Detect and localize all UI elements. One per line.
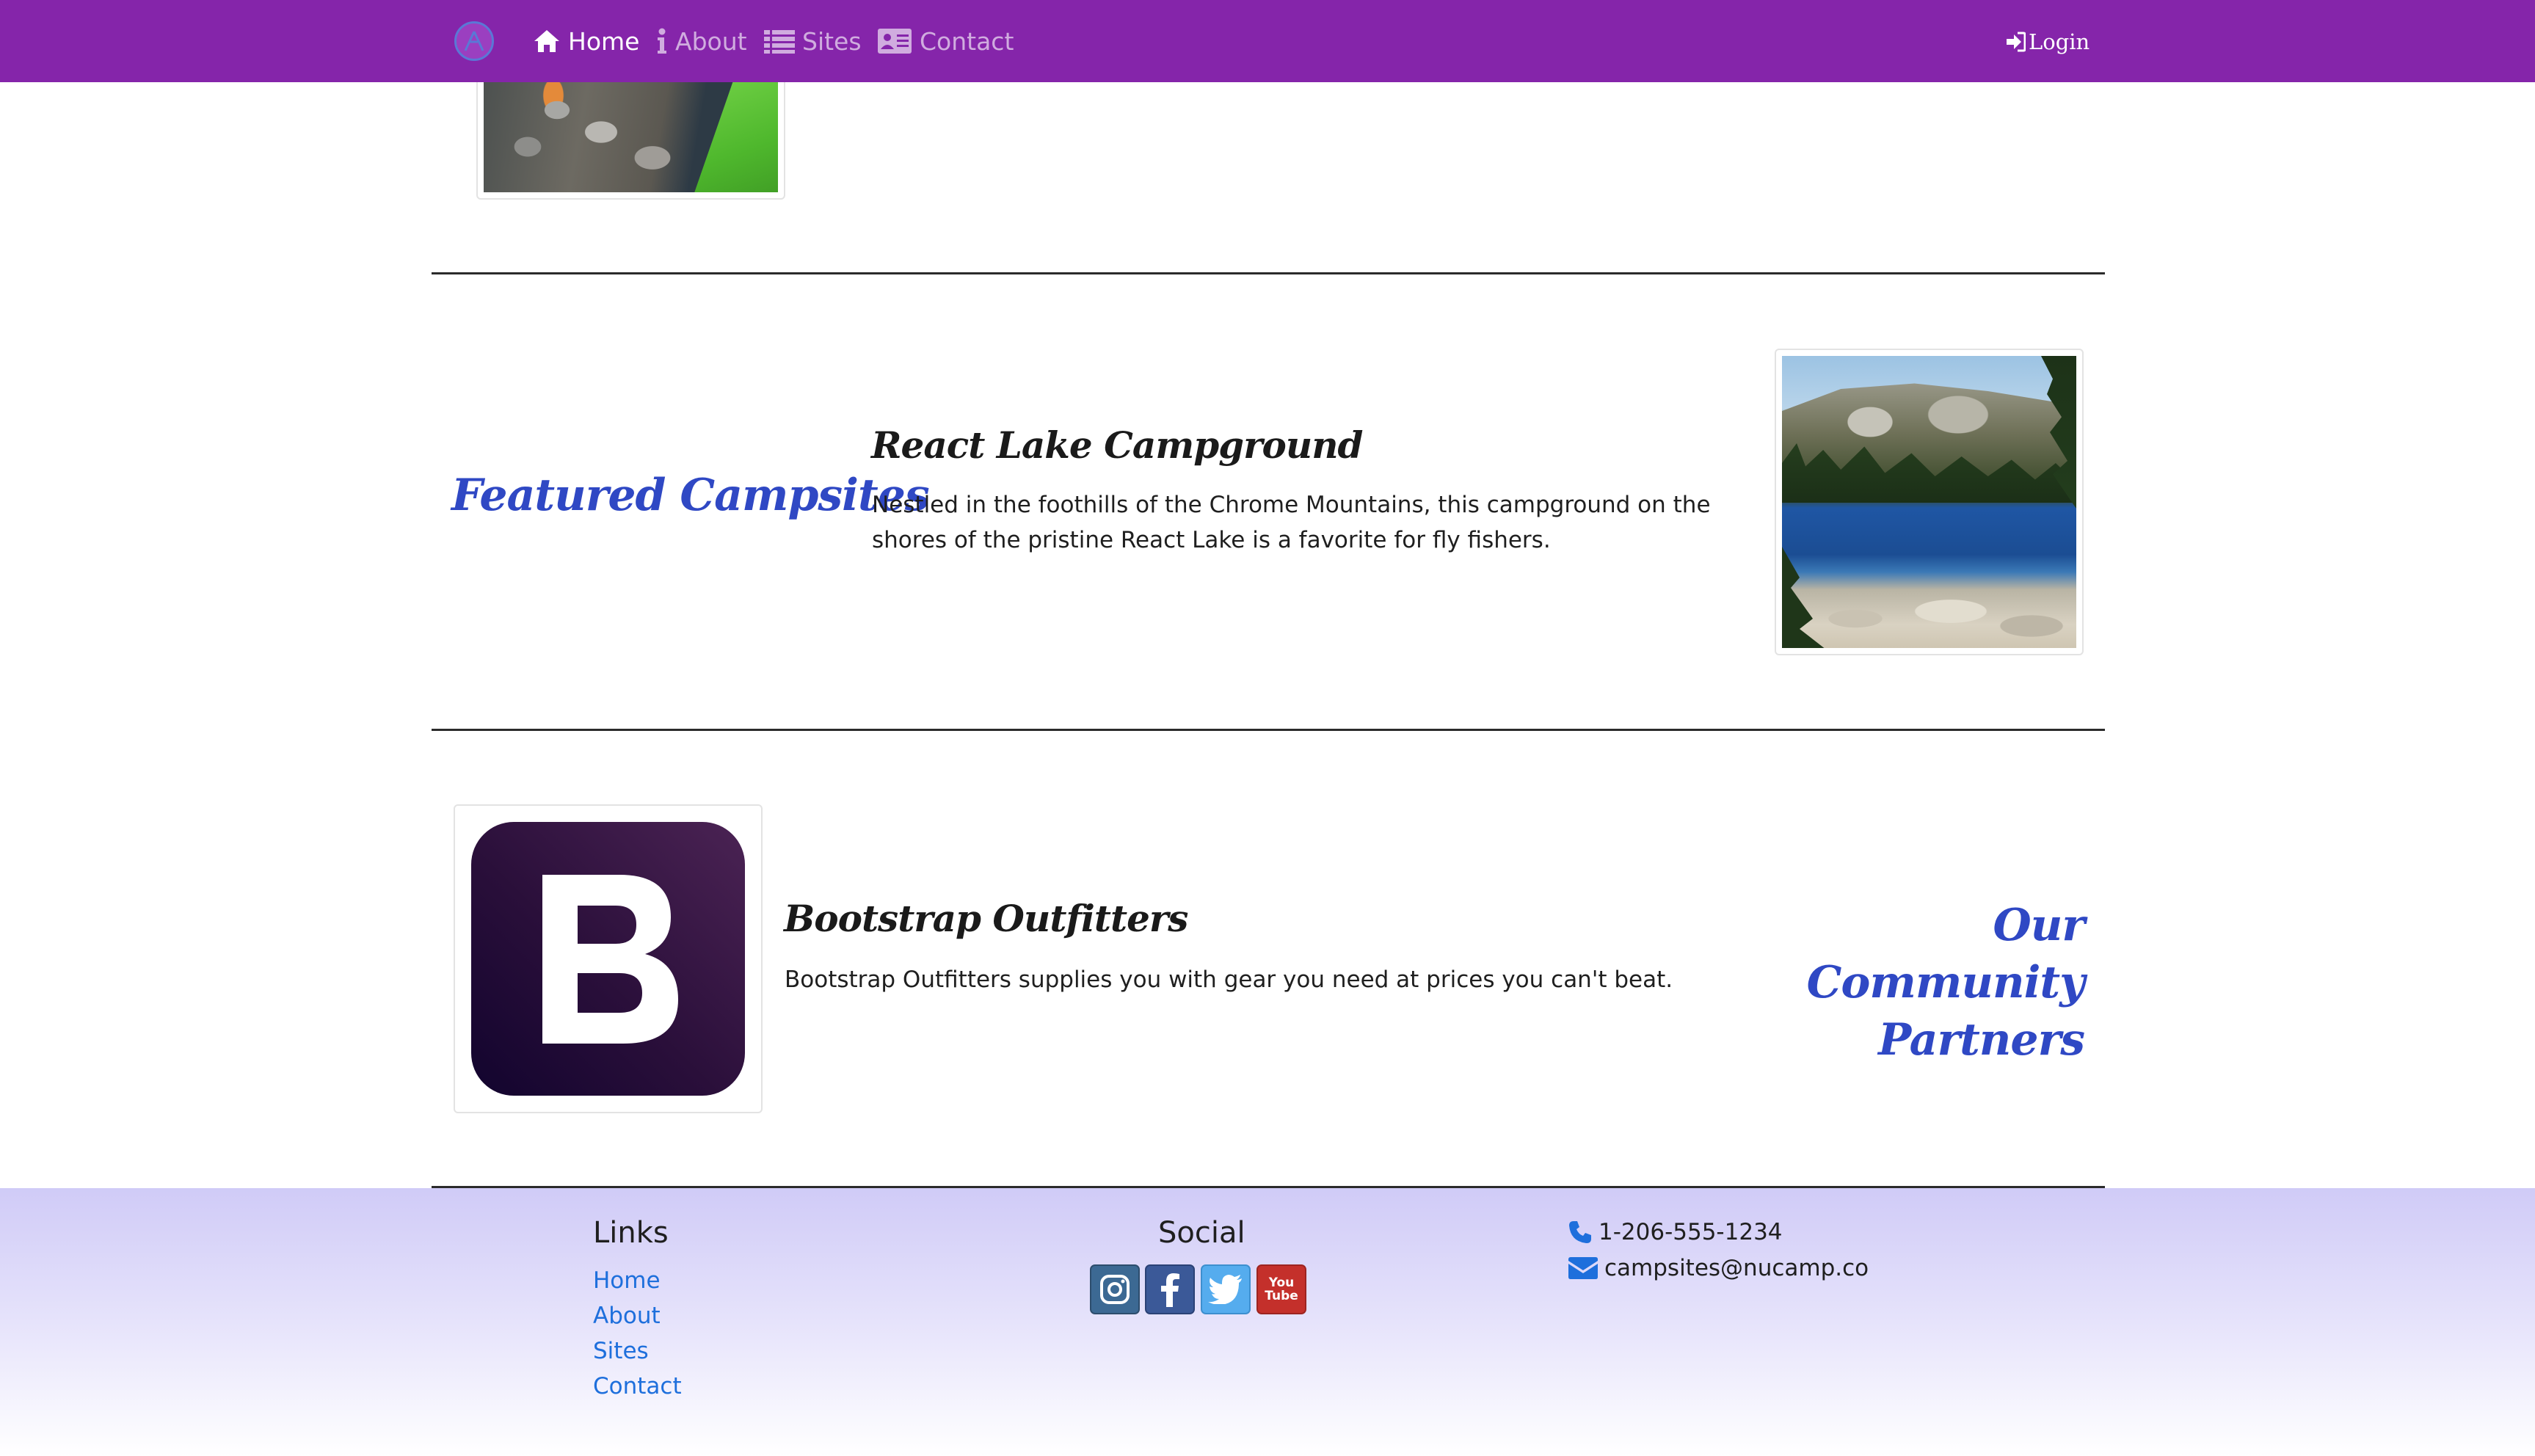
sign-in-icon: [2007, 32, 2026, 52]
navbar: Home About Sites Contact Login: [0, 0, 2535, 82]
footer-link-contact[interactable]: Contact: [593, 1373, 682, 1399]
instagram-button[interactable]: [1090, 1264, 1140, 1314]
youtube-button[interactable]: You Tube: [1256, 1264, 1306, 1314]
tent-shape: [690, 66, 778, 192]
community-partners-heading-line1: Our Community: [1806, 900, 2085, 1008]
footer: Links Home About Sites Contact Social Yo…: [0, 1188, 2535, 1456]
nav-about[interactable]: About: [656, 22, 747, 60]
footer-links-heading: Links: [593, 1216, 669, 1250]
nav-sites-label: Sites: [802, 26, 862, 56]
phone-icon: [1569, 1221, 1591, 1243]
divider: [432, 729, 2105, 731]
footer-phone-text: 1-206-555-1234: [1599, 1219, 1783, 1245]
nav-contact[interactable]: Contact: [877, 22, 1014, 60]
list-icon: [764, 30, 795, 54]
footer-social-heading: Social: [1158, 1216, 1245, 1250]
youtube-icon-text-top: You: [1268, 1275, 1295, 1290]
nav-home[interactable]: Home: [533, 22, 639, 60]
community-partners-heading-line2: Partners: [1878, 1014, 2085, 1066]
campsite-thumbnail: [1775, 349, 2084, 655]
login-label: Login: [2029, 29, 2090, 54]
address-card-icon: [878, 29, 912, 54]
footer-link-home[interactable]: Home: [593, 1267, 661, 1294]
partner-description: Bootstrap Outfitters supplies you with g…: [785, 967, 1673, 993]
instagram-icon: [1100, 1275, 1130, 1304]
home-icon: [534, 30, 559, 52]
facebook-icon: [1161, 1273, 1179, 1307]
nav-sites[interactable]: Sites: [764, 22, 862, 60]
nav-about-label: About: [675, 26, 747, 56]
lake-image: [1782, 356, 2076, 648]
brand-logo[interactable]: [454, 21, 494, 61]
footer-email[interactable]: campsites@nucamp.co: [1568, 1255, 1869, 1281]
twitter-button[interactable]: [1201, 1264, 1251, 1314]
campsite-description: Nestled in the foothills of the Chrome M…: [872, 492, 1711, 553]
campsite-logo-icon: [464, 31, 484, 51]
info-icon: [658, 28, 666, 54]
rocks-shape: [1811, 582, 2076, 648]
footer-phone[interactable]: 1-206-555-1234: [1568, 1219, 1783, 1245]
youtube-icon-text-bottom: Tube: [1265, 1289, 1298, 1303]
nav-home-label: Home: [568, 26, 640, 56]
nav-contact-label: Contact: [920, 26, 1014, 56]
youtube-icon: You Tube: [1265, 1276, 1298, 1303]
login-button[interactable]: Login: [2005, 25, 2090, 59]
bootstrap-b-icon: [542, 874, 678, 1044]
partner-title: Bootstrap Outfitters: [784, 897, 1188, 940]
campsite-title: React Lake Campground: [871, 423, 1364, 467]
divider: [432, 272, 2105, 274]
bootstrap-logo: [471, 822, 745, 1096]
community-partners-heading: Our Community Partners: [1747, 897, 2085, 1069]
facebook-button[interactable]: [1145, 1264, 1195, 1314]
footer-link-sites[interactable]: Sites: [593, 1338, 649, 1364]
footer-link-about[interactable]: About: [593, 1303, 661, 1329]
twitter-icon: [1208, 1275, 1242, 1304]
envelope-icon: [1568, 1257, 1598, 1279]
featured-campsites-heading: Featured Campsites: [451, 470, 930, 521]
partner-logo-thumbnail: [454, 804, 763, 1113]
footer-email-text: campsites@nucamp.co: [1604, 1255, 1869, 1281]
